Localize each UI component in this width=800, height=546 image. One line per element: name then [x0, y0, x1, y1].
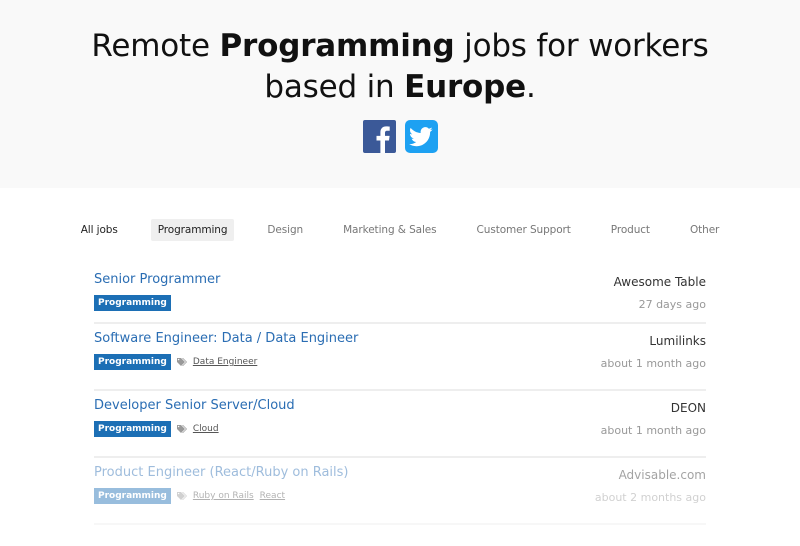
- tab-customer-support[interactable]: Customer Support: [470, 219, 578, 241]
- category-badge[interactable]: Programming: [94, 354, 171, 370]
- tag-icon: [176, 425, 187, 433]
- category-badge[interactable]: Programming: [94, 295, 171, 311]
- job-row[interactable]: Senior Programmer Programming Awesome Ta…: [94, 271, 706, 324]
- posted-date: about 2 months ago: [594, 491, 706, 504]
- job-title-link[interactable]: Software Engineer: Data / Data Engineer: [94, 330, 358, 348]
- tag-link[interactable]: Cloud: [193, 424, 219, 434]
- facebook-icon: [376, 126, 390, 153]
- twitter-icon: [409, 126, 433, 146]
- page-title: Remote Programming jobs for workers based…: [0, 26, 800, 108]
- category-tabs: All jobs Programming Design Marketing & …: [0, 219, 800, 241]
- tag-link[interactable]: Ruby on Rails: [193, 491, 254, 501]
- social-share: [0, 120, 800, 153]
- tab-all-jobs[interactable]: All jobs: [74, 219, 125, 241]
- job-row[interactable]: Developer Senior Server/Cloud Programmin…: [94, 391, 706, 458]
- company-name: Lumilinks: [649, 334, 706, 348]
- posted-date: about 1 month ago: [600, 424, 706, 437]
- tag-link[interactable]: Data Engineer: [193, 357, 257, 367]
- job-title-link[interactable]: Developer Senior Server/Cloud: [94, 397, 295, 415]
- tab-other[interactable]: Other: [683, 219, 726, 241]
- category-badge[interactable]: Programming: [94, 421, 171, 437]
- title-text: Remote: [91, 28, 220, 64]
- job-title-link[interactable]: Senior Programmer: [94, 271, 220, 289]
- tab-product[interactable]: Product: [604, 219, 657, 241]
- hero: Remote Programming jobs for workers based…: [0, 0, 800, 188]
- tag-icon: [176, 492, 187, 500]
- title-text: .: [525, 69, 536, 105]
- tab-marketing-sales[interactable]: Marketing & Sales: [336, 219, 443, 241]
- tag-icon: [176, 358, 187, 366]
- job-list: Senior Programmer Programming Awesome Ta…: [94, 271, 706, 525]
- posted-date: about 1 month ago: [600, 357, 706, 370]
- title-region: Europe: [404, 69, 526, 105]
- facebook-share-button[interactable]: [362, 120, 396, 153]
- company-name: DEON: [670, 401, 706, 415]
- tab-programming[interactable]: Programming: [150, 219, 235, 241]
- job-title-link[interactable]: Product Engineer (React/Ruby on Rails): [94, 464, 349, 482]
- category-badge[interactable]: Programming: [94, 488, 171, 504]
- company-name: Advisable.com: [618, 468, 706, 482]
- job-row[interactable]: Software Engineer: Data / Data Engineer …: [94, 324, 706, 391]
- job-row[interactable]: Product Engineer (React/Ruby on Rails) P…: [94, 458, 706, 525]
- posted-date: 27 days ago: [638, 298, 706, 311]
- twitter-share-button[interactable]: [404, 120, 438, 153]
- tag-link[interactable]: React: [260, 491, 285, 501]
- company-name: Awesome Table: [613, 275, 706, 289]
- title-category: Programming: [219, 28, 455, 64]
- tab-design[interactable]: Design: [260, 219, 310, 241]
